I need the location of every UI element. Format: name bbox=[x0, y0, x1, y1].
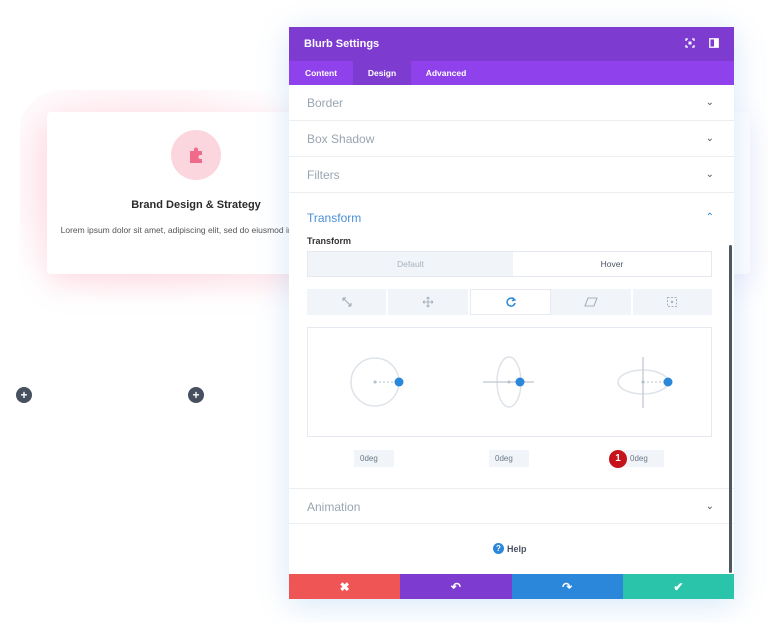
cancel-button[interactable]: ✖ bbox=[289, 574, 401, 599]
tab-advanced[interactable]: Advanced bbox=[411, 61, 481, 85]
help-icon: ? bbox=[493, 543, 504, 554]
tab-content[interactable]: Content bbox=[289, 61, 353, 85]
modal-header[interactable]: Blurb Settings bbox=[289, 27, 734, 61]
add-module-button[interactable]: + bbox=[188, 387, 204, 403]
section-transform[interactable]: Transform ⌃ bbox=[289, 200, 734, 236]
section-border[interactable]: Border ⌄ bbox=[289, 85, 734, 121]
add-module-button[interactable]: + bbox=[16, 387, 32, 403]
section-label: Filters bbox=[307, 168, 340, 182]
puzzle-icon bbox=[171, 130, 221, 180]
tab-design[interactable]: Design bbox=[353, 61, 411, 85]
help-link[interactable]: ? Help bbox=[493, 543, 527, 554]
save-button[interactable]: ✔ bbox=[622, 574, 734, 599]
section-label: Animation bbox=[307, 500, 361, 514]
scale-icon[interactable] bbox=[307, 289, 389, 315]
undo-button[interactable]: ↶ bbox=[400, 574, 512, 599]
page-canvas: Brand Design & Strategy Lorem ipsum dolo… bbox=[0, 0, 768, 623]
modal-footer: ✖ ↶ ↷ ✔ bbox=[289, 574, 734, 599]
rotate-z-input[interactable]: 0deg bbox=[354, 450, 394, 467]
chevron-down-icon: ⌄ bbox=[705, 501, 714, 512]
state-toggle: Default Hover bbox=[307, 251, 712, 277]
hover-state-button[interactable]: Hover bbox=[513, 252, 711, 276]
section-label: Border bbox=[307, 96, 344, 110]
rotate-y-input[interactable]: 0deg bbox=[489, 450, 529, 467]
help-label: Help bbox=[507, 543, 527, 554]
chevron-down-icon: ⌄ bbox=[705, 97, 714, 108]
transform-tools bbox=[307, 289, 713, 315]
modal-title: Blurb Settings bbox=[304, 38, 380, 50]
section-box-shadow[interactable]: Box Shadow ⌄ bbox=[289, 121, 734, 157]
section-filters[interactable]: Filters ⌄ bbox=[289, 157, 734, 193]
scrollbar[interactable] bbox=[729, 245, 732, 573]
rotate-x-input[interactable]: 0deg bbox=[624, 450, 664, 467]
rotate-controls bbox=[307, 327, 712, 437]
chevron-up-icon: ⌃ bbox=[705, 212, 714, 223]
rotate-y-dial[interactable] bbox=[478, 354, 538, 410]
rotate-x-dial[interactable] bbox=[613, 354, 683, 410]
translate-icon[interactable] bbox=[388, 289, 470, 315]
origin-icon[interactable] bbox=[632, 289, 713, 315]
transform-label: Transform bbox=[307, 236, 352, 246]
rotate-z-dial[interactable] bbox=[348, 354, 408, 410]
rotate-icon[interactable] bbox=[469, 289, 552, 315]
sidebar-toggle-icon[interactable] bbox=[708, 38, 720, 50]
step-badge: 1 bbox=[609, 450, 627, 468]
chevron-down-icon: ⌄ bbox=[705, 133, 714, 144]
section-label: Transform bbox=[307, 211, 362, 225]
modal-tabs: Content Design Advanced bbox=[289, 61, 734, 85]
section-label: Box Shadow bbox=[307, 132, 375, 146]
section-animation[interactable]: Animation ⌄ bbox=[289, 488, 734, 524]
redo-button[interactable]: ↷ bbox=[511, 574, 623, 599]
chevron-down-icon: ⌄ bbox=[705, 169, 714, 180]
blurb-settings-modal: Blurb Settings Content Design Advanced B… bbox=[289, 27, 734, 599]
default-state-button[interactable]: Default bbox=[308, 252, 513, 276]
skew-icon[interactable] bbox=[551, 289, 633, 315]
fullscreen-icon[interactable] bbox=[684, 38, 696, 50]
blurb-card[interactable]: Brand Design & Strategy Lorem ipsum dolo… bbox=[47, 112, 331, 274]
